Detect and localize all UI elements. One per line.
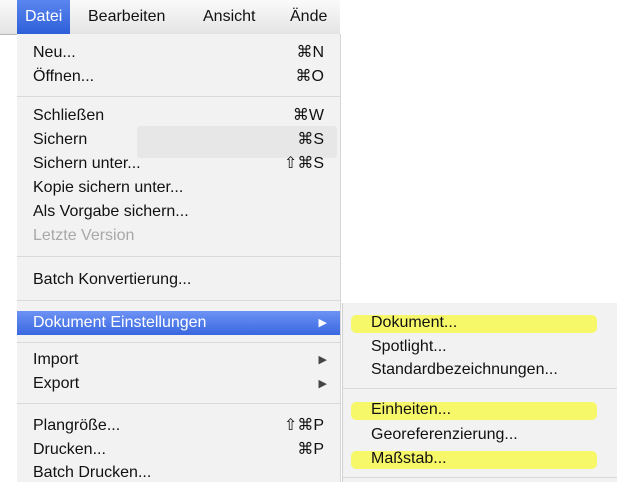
menu-item-drucken[interactable]: Drucken... ⌘P — [17, 438, 340, 462]
menu-ansicht[interactable]: Ansicht — [203, 0, 255, 34]
submenu-arrow-icon: ▶ — [318, 317, 327, 329]
menu-item-label: Sichern unter... — [33, 155, 141, 172]
menu-separator — [17, 403, 340, 404]
menu-aendern[interactable]: Ände — [290, 0, 327, 34]
submenu-item-label: Dokument... — [371, 314, 458, 331]
menu-item-neu[interactable]: Neu... ⌘N — [17, 41, 340, 65]
menu-bar: Datei Bearbeiten Ansicht Ände — [0, 0, 340, 35]
submenu-item-label: Spotlight... — [371, 338, 447, 355]
menu-separator — [343, 477, 617, 478]
submenu-item-standardbezeichnungen[interactable]: Standardbezeichnungen... — [343, 358, 617, 382]
shortcut-label: ⇧⌘P — [283, 417, 324, 434]
menu-item-label: Neu... — [33, 44, 76, 61]
menu-item-batch-drucken[interactable]: Batch Drucken... — [17, 461, 340, 485]
menu-item-label: Kopie sichern unter... — [33, 179, 184, 196]
menu-item-label: Sichern — [33, 131, 88, 148]
menu-item-plangroesse[interactable]: Plangröße... ⇧⌘P — [17, 414, 340, 438]
menu-item-label: Letzte Version — [33, 227, 135, 244]
dokument-einstellungen-submenu: Dokument... Spotlight... Standardbezeich… — [342, 303, 617, 482]
submenu-item-label: Georeferenzierung... — [371, 426, 518, 443]
menu-item-als-vorgabe-sichern[interactable]: Als Vorgabe sichern... — [17, 200, 340, 224]
menu-item-dokument-einstellungen[interactable]: Dokument Einstellungen ▶ — [17, 311, 340, 335]
menu-item-import[interactable]: Import ▶ — [17, 348, 340, 372]
menu-item-label: Dokument Einstellungen — [33, 314, 207, 331]
submenu-item-massstab[interactable]: Maßstab... — [343, 447, 617, 471]
menu-item-label: Batch Konvertierung... — [33, 271, 192, 288]
shortcut-label: ⇧⌘S — [283, 155, 324, 172]
shortcut-label: ⌘S — [297, 131, 324, 148]
menu-item-label: Export — [33, 375, 80, 392]
menu-item-kopie-sichern-unter[interactable]: Kopie sichern unter... — [17, 176, 340, 200]
menu-item-label: Batch Drucken... — [33, 464, 152, 481]
menu-item-schliessen[interactable]: Schließen ⌘W — [17, 104, 340, 128]
submenu-item-dokument[interactable]: Dokument... — [343, 311, 617, 335]
shortcut-label: ⌘P — [297, 441, 324, 458]
menu-item-export[interactable]: Export ▶ — [17, 372, 340, 396]
menu-item-sichern[interactable]: Sichern ⌘S — [17, 128, 340, 152]
menu-datei[interactable]: Datei — [17, 0, 71, 34]
menu-separator — [17, 256, 340, 257]
shortcut-label: ⌘W — [292, 107, 324, 124]
menu-separator — [17, 96, 340, 97]
menu-item-batch-konvertierung[interactable]: Batch Konvertierung... — [17, 268, 340, 292]
menu-item-label: Schließen — [33, 107, 105, 124]
submenu-item-label: Standardbezeichnungen... — [371, 361, 558, 378]
menu-item-label: Import — [33, 351, 79, 368]
menu-item-letzte-version: Letzte Version — [17, 224, 340, 248]
submenu-item-georeferenzierung[interactable]: Georeferenzierung... — [343, 423, 617, 447]
submenu-item-spotlight[interactable]: Spotlight... — [343, 335, 617, 359]
submenu-arrow-icon: ▶ — [318, 354, 327, 366]
menu-item-label: Drucken... — [33, 441, 106, 458]
menu-separator — [17, 342, 340, 343]
shortcut-label: ⌘O — [295, 68, 324, 85]
menu-item-label: Als Vorgabe sichern... — [33, 203, 189, 220]
submenu-item-label: Maßstab... — [371, 450, 447, 467]
menu-separator — [17, 300, 340, 301]
menu-item-label: Öffnen... — [33, 68, 95, 85]
submenu-item-label: Einheiten... — [371, 401, 452, 418]
menu-item-label: Plangröße... — [33, 417, 121, 434]
file-menu-dropdown: Neu... ⌘N Öffnen... ⌘O Schließen ⌘W Sich… — [17, 34, 340, 482]
submenu-item-einheiten[interactable]: Einheiten... — [343, 398, 617, 422]
menu-bearbeiten[interactable]: Bearbeiten — [88, 0, 165, 34]
menu-separator — [343, 388, 617, 389]
menu-item-sichern-unter[interactable]: Sichern unter... ⇧⌘S — [17, 152, 340, 176]
menu-item-oeffnen[interactable]: Öffnen... ⌘O — [17, 65, 340, 89]
shortcut-label: ⌘N — [296, 44, 324, 61]
submenu-arrow-icon: ▶ — [318, 378, 327, 390]
